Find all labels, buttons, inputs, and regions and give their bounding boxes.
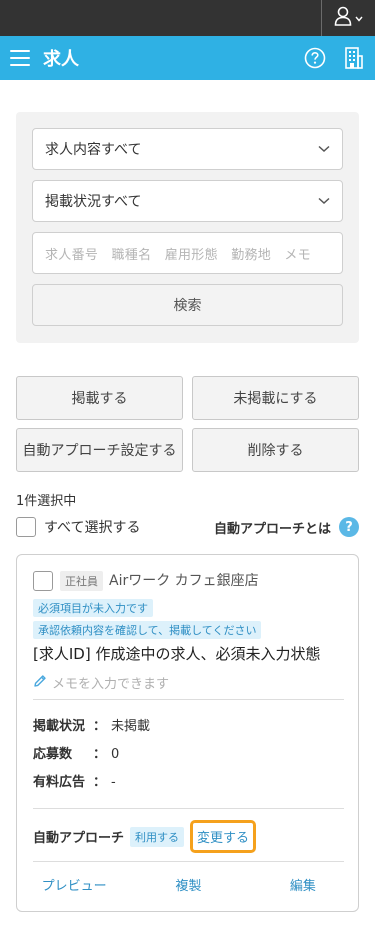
shop-name: Airワーク カフェ銀座店 xyxy=(109,573,259,589)
auto-approach-row: 自動アプローチ 利用する 変更する xyxy=(33,820,257,853)
applications-key: 応募数 xyxy=(33,747,73,762)
unpublish-button[interactable]: 未掲載にする xyxy=(192,376,359,420)
job-card: 正社員 Airワーク カフェ銀座店 必須項目が未入力です 承認依頼内容を確認して… xyxy=(16,554,359,912)
chevron-down-icon xyxy=(355,10,363,26)
page-title: 求人 xyxy=(43,49,79,70)
employment-type-badge: 正社員 xyxy=(60,571,103,591)
top-bar xyxy=(0,0,375,36)
status-value: 未掲載 xyxy=(111,719,151,734)
user-icon xyxy=(334,6,352,30)
paid-ad-row: 有料広告 ： - xyxy=(33,773,116,793)
paid-ad-key: 有料広告 xyxy=(33,775,86,790)
select-all-checkbox[interactable]: すべて選択する xyxy=(16,517,140,537)
applications-colon: ： xyxy=(93,747,107,762)
memo-field[interactable]: メモを入力できます xyxy=(33,673,169,692)
building-icon[interactable] xyxy=(341,46,365,70)
paid-ad-value: - xyxy=(111,775,116,790)
job-select-checkbox[interactable] xyxy=(33,571,53,591)
question-icon[interactable]: ? xyxy=(339,517,359,537)
divider xyxy=(33,861,344,862)
auto-approach-help-link[interactable]: 自動アプローチとは ? xyxy=(214,517,359,537)
status-select-value: 掲載状況すべて xyxy=(45,194,142,210)
status-key: 掲載状況 xyxy=(33,719,86,734)
chevron-down-icon xyxy=(318,141,330,157)
status-select[interactable]: 掲載状況すべて xyxy=(32,180,343,222)
pencil-icon xyxy=(33,674,47,692)
keyword-input[interactable]: 求人番号 職種名 雇用形態 勤務地 メモ xyxy=(32,232,343,274)
edit-link[interactable]: 編集 xyxy=(246,875,360,894)
auto-approach-status-badge: 利用する xyxy=(130,826,185,847)
account-menu-button[interactable] xyxy=(321,0,375,36)
checkbox-icon[interactable] xyxy=(16,517,36,537)
divider xyxy=(33,699,344,700)
publish-button[interactable]: 掲載する xyxy=(16,376,183,420)
status-row: 掲載状況 ： 未掲載 xyxy=(33,717,150,737)
auto-approach-setting-button[interactable]: 自動アプローチ設定する xyxy=(16,428,183,472)
required-missing-badge: 必須項目が未入力です xyxy=(33,599,153,617)
memo-placeholder: メモを入力できます xyxy=(52,677,170,692)
auto-approach-help-label: 自動アプローチとは xyxy=(213,521,331,537)
filter-panel: 求人内容すべて 掲載状況すべて 求人番号 職種名 雇用形態 勤務地 メモ 検索 xyxy=(16,112,359,343)
hamburger-icon[interactable] xyxy=(10,50,30,66)
content-select-value: 求人内容すべて xyxy=(45,142,142,158)
change-auto-approach-button[interactable]: 変更する xyxy=(190,820,257,853)
divider xyxy=(33,808,344,809)
card-actions: プレビュー 複製 編集 xyxy=(17,875,360,894)
applications-value: 0 xyxy=(111,747,120,762)
help-circle-icon[interactable] xyxy=(303,46,327,70)
search-button[interactable]: 検索 xyxy=(32,284,343,326)
selected-count: 1件選択中 xyxy=(16,494,77,509)
chevron-down-icon xyxy=(318,193,330,209)
applications-row: 応募数 ： 0 xyxy=(33,745,119,765)
preview-link[interactable]: プレビュー xyxy=(17,875,131,894)
status-colon: ： xyxy=(93,719,107,734)
delete-button[interactable]: 削除する xyxy=(192,428,359,472)
select-all-label: すべて選択する xyxy=(44,520,141,536)
content-select[interactable]: 求人内容すべて xyxy=(32,128,343,170)
copy-link[interactable]: 複製 xyxy=(131,875,245,894)
page-header: 求人 xyxy=(0,36,375,80)
auto-approach-label: 自動アプローチ xyxy=(33,831,125,846)
approval-notice-badge: 承認依頼内容を確認して、掲載してください xyxy=(33,621,262,639)
job-title[interactable]: [求人ID] 作成途中の求人、必須未入力状態 xyxy=(33,643,320,664)
paid-ad-colon: ： xyxy=(93,775,107,790)
